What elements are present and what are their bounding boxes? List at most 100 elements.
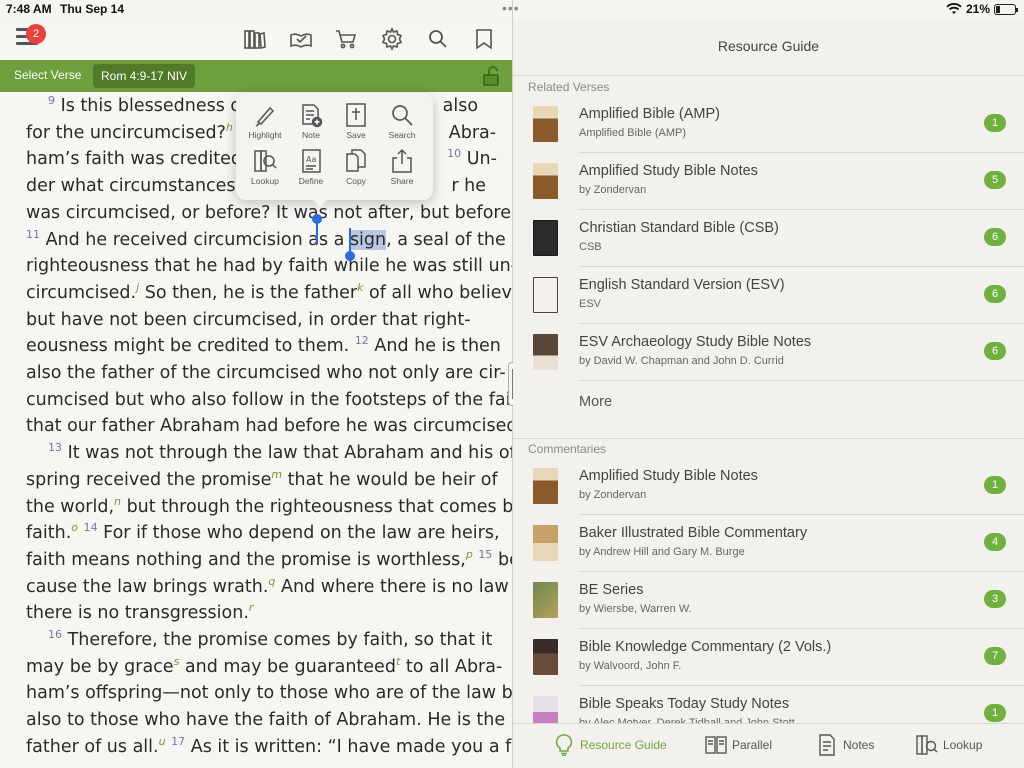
footnote-marker[interactable]: h [226,121,233,134]
search-button[interactable]: Search [379,102,425,140]
verse-number[interactable]: 12 [355,335,369,348]
more-button[interactable]: More [579,394,612,410]
text-line: spring received the promisem that he wou… [26,467,498,494]
book-cover-thumbnail [533,525,558,561]
unlock-icon[interactable] [480,66,502,86]
text-run: It was not through the law that Abraham … [67,443,512,464]
selection-start-handle[interactable] [312,214,322,224]
selection-popup-menu: Highlight Note Save Search Lookup Aa Def… [236,93,433,200]
resource-guide-title: Resource Guide [513,20,1024,76]
text-run: also [437,96,479,116]
copy-button[interactable]: Copy [333,148,379,186]
lightbulb-icon [555,734,573,756]
tab-label: Parallel [732,738,773,752]
define-button[interactable]: Aa Define [288,148,334,186]
text-run: faith means nothing and the promise is w… [26,549,466,570]
lookup-button[interactable]: Lookup [242,148,288,186]
text-run: circumcised. [26,282,137,303]
resource-row[interactable]: Bible Knowledge Commentary (2 Vols.) by … [513,629,1024,686]
app-root: 7:48 AM Thu Sep 14 ••• 21% 2 Select Vers… [0,0,1024,768]
selection-end-handle[interactable] [345,251,355,261]
lookup-icon [254,150,277,172]
text-run: And he received circumcision as a [45,229,350,250]
reference-selector[interactable]: Rom 4:9-17 NIV [93,64,196,88]
highlight-button[interactable]: Highlight [242,102,288,140]
resource-title: BE Series [579,582,644,598]
search-icon[interactable] [426,27,450,51]
multitasking-dots[interactable]: ••• [502,0,520,16]
settings-gear-icon[interactable] [380,27,404,51]
text-run: be- [497,549,512,570]
resource-row[interactable]: English Standard Version (ESV) ESV 6 [513,267,1024,324]
resource-row[interactable]: Baker Illustrated Bible Commentary by An… [513,515,1024,572]
book-cover-thumbnail [533,163,558,199]
resource-row[interactable]: Amplified Study Bible Notes by Zondervan… [513,458,1024,515]
resource-row[interactable]: BE Series by Wiersbe, Warren W. 3 [513,572,1024,629]
selected-word[interactable]: sign [349,229,387,250]
resource-row[interactable]: ESV Archaeology Study Bible Notes by Dav… [513,324,1024,381]
library-icon[interactable] [243,27,267,51]
resource-count-badge: 3 [984,590,1006,608]
footnote-marker[interactable]: r [249,602,254,615]
verse-number[interactable]: 9 [48,94,55,107]
save-button[interactable]: Save [333,102,379,140]
footnote-marker[interactable]: p [466,548,473,561]
text-line: the world,n but through the righteousnes… [26,494,512,521]
bookmark-icon[interactable] [472,27,496,51]
row-separator [579,380,1024,381]
popup-arrow [311,198,329,207]
battery-icon [994,3,1018,15]
footnote-marker[interactable]: u [159,735,166,748]
verse-number[interactable]: 16 [48,628,62,641]
resource-title: ESV Archaeology Study Bible Notes [579,334,812,350]
verse-number[interactable]: 14 [84,521,98,534]
text-line: may be by graces and may be guaranteedt … [26,654,502,681]
resource-title: Baker Illustrated Bible Commentary [579,525,808,541]
text-run: der what circumstances w [26,176,256,197]
verse-number[interactable]: 15 [478,548,492,561]
book-cover-thumbnail [533,277,558,313]
tab-parallel[interactable]: Parallel [705,734,772,756]
resource-count-badge: 1 [984,476,1006,494]
text-run: Therefore, the promise comes by faith, s… [67,630,493,651]
footnote-marker[interactable]: o [71,521,78,534]
text-run: Un- [466,149,497,170]
note-button[interactable]: Note [288,102,334,140]
verse-number[interactable]: 13 [48,441,62,454]
resource-title: English Standard Version (ESV) [579,277,785,293]
bottom-tab-bar: Resource Guide Parallel Notes Lookup [513,723,1024,768]
book-cover-thumbnail [533,334,558,370]
text-line: there is no transgression.r [26,600,496,627]
select-verse-button[interactable]: Select Verse [14,68,81,82]
tab-resource-guide[interactable]: Resource Guide [553,734,667,756]
book-cover-thumbnail [533,582,558,618]
text-run: ham’s offspring—not only to those who ar… [26,683,512,704]
book-cover-thumbnail [533,639,558,675]
verse-number[interactable]: 11 [26,228,40,241]
footnote-marker[interactable]: n [114,495,121,508]
text-run: father of us all. [26,736,159,757]
text-line: also to those who have the faith of Abra… [26,707,505,734]
resource-title: Amplified Bible (AMP) [579,106,721,122]
resource-count-badge: 1 [984,704,1006,722]
cart-icon[interactable] [334,27,358,51]
resource-row[interactable]: Christian Standard Bible (CSB) CSB 6 [513,210,1024,267]
reader-toolbar: 2 [0,20,512,60]
resource-row[interactable]: Amplified Study Bible Notes by Zondervan… [513,153,1024,210]
verse-number[interactable]: 17 [171,735,185,748]
text-run: but have not been circumcised, in order … [26,309,471,330]
text-run: was circumcised, or before? It was not a… [26,202,512,223]
resource-row[interactable]: Amplified Bible (AMP) Amplified Bible (A… [513,96,1024,153]
footnote-marker[interactable]: m [271,468,282,481]
text-run: may be by grace [26,656,174,677]
reading-plan-icon[interactable] [289,27,313,51]
share-button[interactable]: Share [379,148,425,186]
text-run: of all who believe [363,282,512,303]
tab-notes[interactable]: Notes [816,734,874,756]
text-run: So then, he is the father [139,282,358,303]
status-date: Thu Sep 14 [60,2,125,16]
verse-number[interactable]: 10 [447,148,461,161]
text-line: 16 Therefore, the promise comes by faith… [26,627,496,654]
tab-lookup[interactable]: Lookup [916,734,982,756]
book-cover-thumbnail [533,468,558,504]
